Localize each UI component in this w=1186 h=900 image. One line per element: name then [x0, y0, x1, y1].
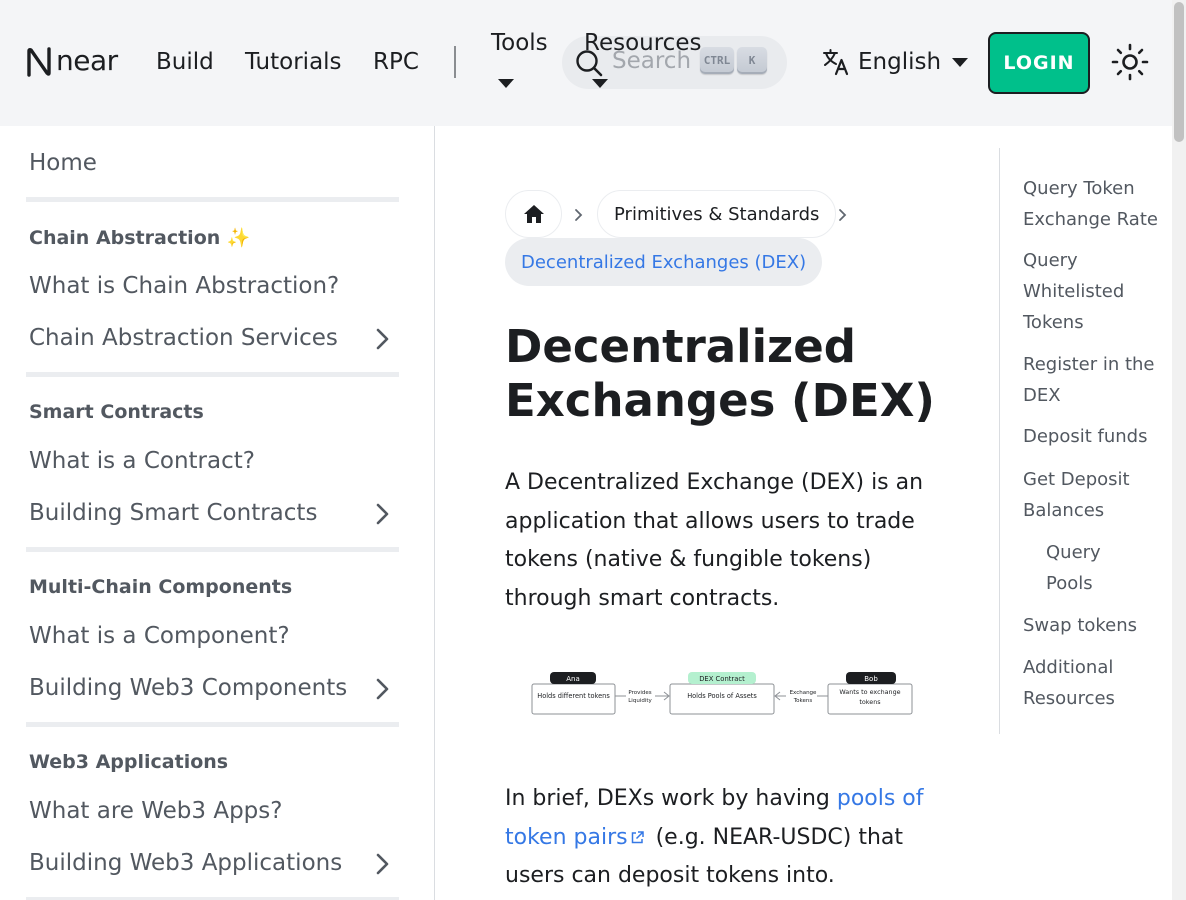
diagram-bob-text-1: Wants to exchange	[839, 688, 900, 696]
table-of-contents: Query Token Exchange Rate Query Whitelis…	[999, 148, 1169, 734]
docs-sidebar: Home Chain Abstraction ✨ What is Chain A…	[0, 126, 435, 900]
near-logo-icon	[27, 47, 51, 77]
chevron-down-icon	[952, 57, 969, 67]
page-title: Decentralized Exchanges (DEX)	[505, 320, 935, 427]
sidebar-item-what-is-chain-abstraction[interactable]: What is Chain Abstraction?	[29, 273, 339, 299]
diagram-arrow-exchange: Exchange Tokens	[774, 690, 828, 704]
chevron-right-icon[interactable]	[372, 502, 392, 526]
sidebar-item-what-are-web3-apps[interactable]: What are Web3 Apps?	[29, 798, 282, 824]
brief-paragraph: In brief, DEXs work by having pools of t…	[505, 780, 935, 896]
toc-item-deposit-funds[interactable]: Deposit funds	[1023, 421, 1168, 452]
diagram-ana-tag: Ana	[566, 675, 580, 683]
scrollbar-thumb[interactable]	[1174, 2, 1184, 142]
login-button[interactable]: LOGIN	[988, 32, 1090, 94]
nav-link-rpc[interactable]: RPC	[373, 48, 419, 76]
sidebar-item-building-web3-applications[interactable]: Building Web3 Applications	[29, 850, 342, 876]
nav-link-build[interactable]: Build	[156, 48, 214, 76]
sidebar-divider	[26, 372, 399, 377]
brand-wordmark: near	[56, 44, 118, 77]
nav-dropdown-tools-label: Tools	[491, 30, 548, 56]
chevron-right-icon	[839, 209, 847, 221]
sidebar-section-title: Multi-Chain Components	[29, 576, 293, 598]
nav-link-tutorials[interactable]: Tutorials	[245, 48, 342, 76]
diagram-dex-text: Holds Pools of Assets	[687, 692, 757, 700]
sun-icon[interactable]	[1110, 42, 1150, 82]
diagram-provides-label: Provides	[628, 690, 651, 696]
chevron-right-icon[interactable]	[372, 852, 392, 876]
diagram-node-ana: Ana Holds different tokens	[531, 672, 616, 715]
breadcrumb-home[interactable]	[505, 190, 562, 238]
diagram-ana-text: Holds different tokens	[537, 692, 610, 700]
chevron-right-icon[interactable]	[372, 677, 392, 701]
breadcrumb-item-current: Decentralized Exchanges (DEX)	[505, 238, 823, 286]
near-logo[interactable]: near	[26, 44, 118, 78]
language-label: English	[858, 49, 942, 75]
diagram-node-bob: Bob Wants to exchange tokens	[827, 672, 913, 715]
diagram-exchange-label: Exchange	[790, 690, 817, 696]
toc-item-query-whitelisted-tokens[interactable]: Query Whitelisted Tokens	[1023, 245, 1143, 338]
dex-flow-diagram: Ana Holds different tokens Provides Liqu…	[531, 672, 913, 715]
page-scrollbar[interactable]	[1172, 0, 1186, 900]
sidebar-item-what-is-a-component[interactable]: What is a Component?	[29, 623, 290, 649]
diagram-node-dex-contract: DEX Contract Holds Pools of Assets	[669, 672, 775, 715]
nav-dropdown-resources-label: Resources	[584, 30, 702, 56]
sidebar-item-chain-abstraction-services[interactable]: Chain Abstraction Services	[29, 325, 338, 351]
toc-item-swap-tokens[interactable]: Swap tokens	[1023, 610, 1168, 641]
sidebar-section-title: Web3 Applications	[29, 751, 229, 773]
sidebar-divider	[26, 547, 399, 552]
external-link-icon	[631, 831, 644, 844]
toc-item-register-in-the-dex[interactable]: Register in the DEX	[1023, 349, 1163, 411]
diagram-dex-tag: DEX Contract	[699, 675, 745, 683]
toc-item-additional-resources[interactable]: Additional Resources	[1023, 652, 1143, 714]
kbd-k: K	[737, 47, 767, 74]
sidebar-section-title: Chain Abstraction ✨	[29, 227, 251, 249]
sidebar-item-building-smart-contracts[interactable]: Building Smart Contracts	[29, 500, 317, 526]
translate-icon	[823, 49, 849, 76]
kbd-ctrl: CTRL	[700, 47, 734, 74]
breadcrumb-item-primitives[interactable]: Primitives & Standards	[597, 190, 837, 238]
diagram-liquidity-label: Liquidity	[628, 698, 652, 704]
toc-item-query-token-exchange-rate[interactable]: Query Token Exchange Rate	[1023, 173, 1163, 235]
brief-text-prefix: In brief, DEXs work by having	[505, 786, 837, 811]
home-icon	[523, 205, 544, 223]
toc-item-get-deposit-balances[interactable]: Get Deposit Balances	[1023, 464, 1148, 526]
intro-paragraph: A Decentralized Exchange (DEX) is an app…	[505, 470, 924, 611]
sidebar-section-title: Smart Contracts	[29, 401, 204, 423]
sidebar-item-what-is-a-contract[interactable]: What is a Contract?	[29, 448, 255, 474]
sidebar-item-home[interactable]: Home	[29, 150, 97, 176]
diagram-bob-tag: Bob	[864, 675, 878, 683]
top-navbar: near Build Tutorials RPC Tools Search CT…	[0, 0, 1172, 126]
sidebar-divider	[26, 722, 399, 727]
diagram-bob-text-2: tokens	[859, 698, 881, 706]
chevron-down-icon	[592, 79, 608, 88]
language-dropdown[interactable]: English	[822, 47, 969, 77]
diagram-tokens-label: Tokens	[793, 698, 813, 704]
nav-divider	[454, 46, 456, 78]
chevron-right-icon[interactable]	[372, 327, 392, 351]
diagram-arrow-liquidity: Provides Liquidity	[615, 690, 670, 704]
toc-item-query-pools[interactable]: Query Pools	[1046, 537, 1126, 599]
chevron-down-icon	[498, 79, 514, 88]
sidebar-divider	[26, 197, 399, 202]
sidebar-item-building-web3-components[interactable]: Building Web3 Components	[29, 675, 347, 701]
chevron-right-icon	[575, 209, 583, 221]
